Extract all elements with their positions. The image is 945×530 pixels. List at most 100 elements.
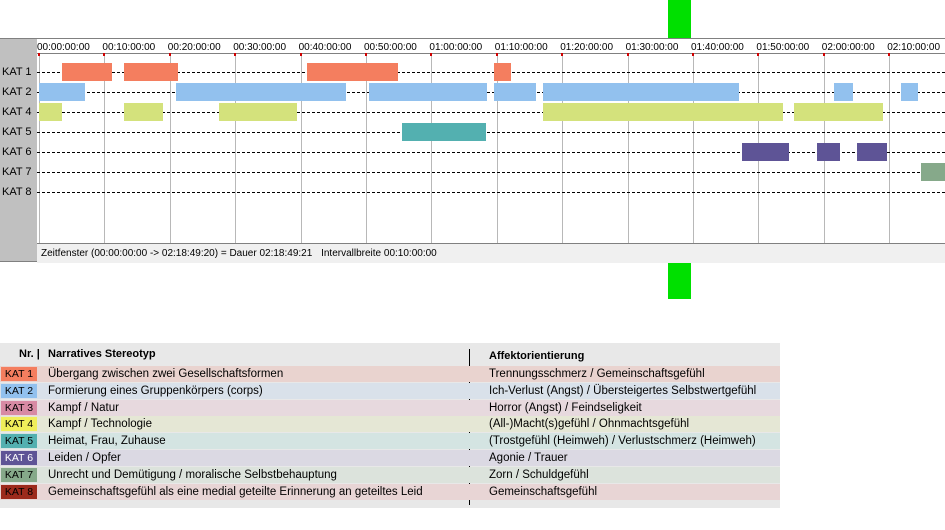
row-baseline [37,92,945,93]
tick-label: 01:50:00:00 [756,42,810,53]
legend-row: KAT 5 Heimat, Frau, Zuhause (Trostgefühl (… [0,433,780,450]
legend-cat-swatch: KAT 2 [1,383,37,398]
segment-bar[interactable] [401,123,486,141]
gridline [169,53,171,243]
legend-row: KAT 1 Übergang zwischen zwei Gesellschaft… [0,366,780,382]
legend-affect: Ich-Verlust (Angst) / Übersteigertes Sel… [489,384,757,397]
tick-label: 00:40:00:00 [298,42,352,53]
header-rule [37,53,945,54]
row-label: KAT 5 [2,126,32,138]
gridline [366,53,367,243]
segment-bar[interactable] [61,63,112,81]
legend-row: KAT 3 Kampf / Natur Horror (Angst) / Feind… [0,399,780,416]
tick-mark [299,53,302,56]
segment-bar[interactable] [833,83,854,101]
legend-affect: Horror (Angst) / Feindseligkeit [489,401,642,414]
gridline [39,53,40,243]
legend-affect: Zorn / Schuldgefühl [489,468,589,481]
gridline [889,53,891,243]
tick-mark [692,53,694,56]
legend-cat-swatch: KAT 3 [1,400,37,415]
segment-bar[interactable] [124,103,164,121]
tick-label: 01:10:00:00 [494,42,548,53]
legend-stereotype: Kampf / Technologie [48,418,152,431]
tick-label: 01:30:00:00 [625,42,679,53]
tick-mark [103,53,106,56]
tick-label: 01:00:00:00 [429,42,483,53]
tick-label: 00:30:00:00 [233,42,287,53]
segment-bar[interactable] [39,83,86,101]
tick-mark [38,53,40,56]
playhead-marker-bottom[interactable] [668,262,691,299]
segment-bar[interactable] [901,83,918,101]
legend-cat-swatch: KAT 4 [1,417,37,432]
legend-stereotype: Kampf / Natur [48,401,119,414]
segment-bar[interactable] [742,143,789,161]
row-label: KAT 6 [2,146,32,158]
gridline [693,53,694,243]
segment-bar[interactable] [39,103,62,121]
legend-cat-swatch: KAT 8 [1,484,37,499]
tick-mark [757,53,760,56]
tick-mark [365,53,367,56]
row-baseline [37,132,945,133]
legend-affect: Gemeinschaftsgefühl [489,485,598,498]
row-baseline [37,172,945,173]
statusbar: Zeitfenster (00:00:00:00 -> 02:18:49:20)… [37,243,945,263]
playhead-marker-top[interactable] [668,0,691,38]
gridline [627,53,629,243]
gridline [496,53,498,243]
legend-cat-swatch: KAT 7 [1,467,37,482]
tick-mark [822,53,825,56]
segment-bar[interactable] [493,63,511,81]
segment-bar[interactable] [493,83,537,101]
timeline-panel: KAT 1 KAT 2 KAT 4 KAT 5 KAT 6 KAT 7 KAT 8 00:0… [0,38,945,263]
tick-label: 01:20:00:00 [560,42,614,53]
segment-bar[interactable] [369,83,487,101]
tick-label: 02:00:00:00 [821,42,875,53]
tick-label: 00:10:00:00 [102,42,156,53]
segment-bar[interactable] [794,103,883,121]
segment-bar[interactable] [124,63,178,81]
segment-bar[interactable] [218,103,298,121]
segment-bar[interactable] [542,83,739,101]
tick-mark [495,53,498,56]
legend-header-affect: Affektorientierung [489,350,585,362]
segment-bar[interactable] [307,63,398,81]
legend-row: KAT 4 Kampf / Technologie (All-)Macht(s)ge… [0,416,780,433]
legend-cat-swatch: KAT 6 [1,451,37,465]
segment-bar[interactable] [856,143,888,161]
tick-mark [626,53,629,56]
row-label: KAT 4 [2,106,32,118]
segment-bar[interactable] [542,103,784,121]
row-label: KAT 7 [2,166,32,178]
legend-row: KAT 7 Unrecht und Demütigung / moralische… [0,466,780,483]
legend-cat-swatch: KAT 5 [1,434,37,449]
row-label: KAT 8 [2,186,32,198]
legend-header-nr: Nr. | [19,348,40,360]
tick-label: 02:10:00:00 [887,42,941,53]
tick-mark [888,53,891,56]
segment-bar[interactable] [817,143,841,161]
legend-affect: Agonie / Trauer [489,452,568,464]
gridline [431,53,433,243]
legend-stereotype: Unrecht und Demütigung / moralische Selb… [48,468,337,481]
segment-bar[interactable] [920,163,945,181]
tick-label: 01:40:00:00 [691,42,744,53]
row-label: KAT 1 [2,66,32,78]
legend-row: KAT 2 Formierung eines Gruppenkörpers (co… [0,382,780,399]
gridline [300,53,302,243]
tick-mark [168,53,171,56]
tick-label: 00:20:00:00 [167,42,221,53]
legend-affect: (All-)Macht(s)gefühl / Ohnmachtsgefühl [489,418,690,431]
gridline [562,53,564,243]
tick-mark [430,53,433,56]
segment-bar[interactable] [176,83,347,101]
legend-affect: Trennungsschmerz / Gemeinschaftsgefühl [489,368,705,380]
legend-cat-swatch: KAT 1 [1,367,37,381]
legend-stereotype: Leiden / Opfer [48,452,121,464]
legend-header-stereotype: Narratives Stereotyp [48,348,156,360]
row-label: KAT 2 [2,86,32,98]
tick-mark [234,53,237,56]
track-area[interactable]: 00:00:00:00 00:10:00:00 00:20:00:00 00:30:0… [37,39,945,263]
